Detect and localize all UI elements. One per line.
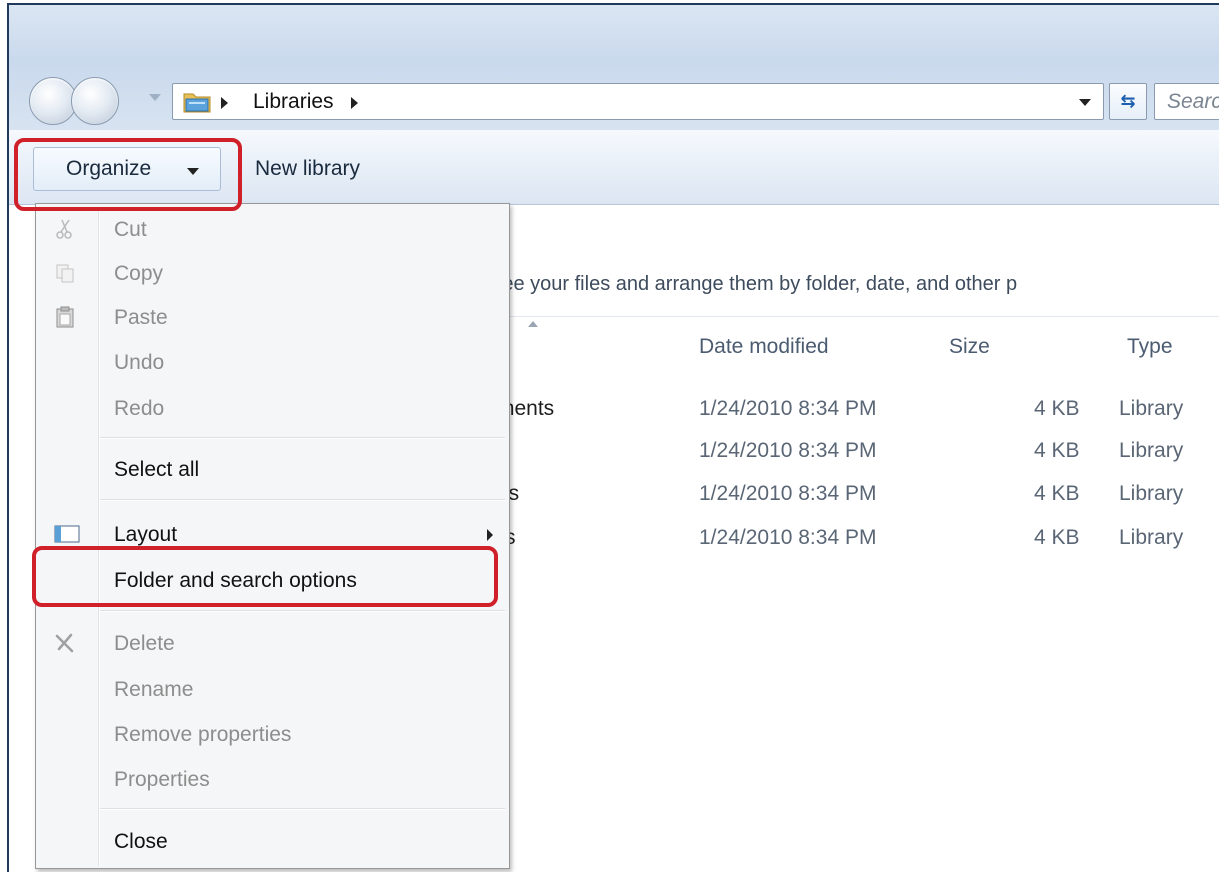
menu-separator [100, 499, 505, 501]
menu-item-undo[interactable]: Undo [38, 341, 507, 385]
menu-item-label: Folder and search options [114, 569, 357, 592]
menu-item-label: Layout [114, 523, 178, 546]
row-type: Library [1119, 526, 1184, 549]
menu-item-label: Redo [114, 397, 165, 420]
menu-item-label: Select all [114, 458, 200, 481]
explorer-window: Libraries ⇆ Searc Organize New library e… [7, 3, 1219, 872]
recent-pages-dropdown-icon[interactable] [149, 94, 161, 101]
delete-x-icon [55, 633, 74, 653]
title-bar: Libraries ⇆ Searc [9, 5, 1219, 130]
menu-item-delete[interactable]: Delete [38, 622, 507, 666]
layout-pane-icon [54, 525, 80, 543]
row-type: Library [1119, 397, 1184, 420]
menu-item-folder-and-search-options[interactable]: Folder and search options [38, 559, 507, 603]
menu-item-label: Close [114, 830, 168, 853]
breadcrumb-separator-icon[interactable] [221, 97, 228, 109]
menu-item-label: Cut [114, 218, 147, 241]
menu-item-label: Copy [114, 262, 164, 285]
column-header-date-modified[interactable]: Date modified [699, 335, 829, 359]
row-size: 4 KB [1034, 397, 1080, 420]
refresh-icon: ⇆ [1120, 91, 1136, 112]
menu-separator [100, 437, 505, 439]
new-library-button[interactable]: New library [255, 157, 360, 181]
row-date: 1/24/2010 8:34 PM [699, 482, 877, 505]
search-input[interactable]: Searc [1154, 83, 1219, 120]
row-date: 1/24/2010 8:34 PM [699, 397, 877, 420]
column-header-divider [499, 316, 1219, 317]
menu-item-label: Undo [114, 351, 165, 374]
menu-item-close[interactable]: Close [38, 820, 507, 864]
menu-item-layout[interactable]: Layout [38, 513, 507, 557]
clipboard-icon [56, 306, 74, 328]
scissors-icon [56, 219, 72, 239]
submenu-arrow-icon [487, 529, 493, 541]
forward-button[interactable] [71, 77, 119, 125]
menu-item-properties[interactable]: Properties [38, 758, 507, 802]
menu-separator [100, 808, 505, 810]
search-placeholder: Searc [1167, 90, 1219, 113]
back-button[interactable] [29, 77, 77, 125]
menu-item-rename[interactable]: Rename [38, 668, 507, 712]
row-type: Library [1119, 439, 1184, 462]
menu-item-remove-properties[interactable]: Remove properties [38, 713, 507, 757]
row-date: 1/24/2010 8:34 PM [699, 439, 877, 462]
copy-icon [56, 264, 74, 283]
organize-menu: Cut Copy Paste Undo Redo Select all Layo… [35, 203, 510, 869]
refresh-button[interactable]: ⇆ [1109, 83, 1147, 120]
row-size: 4 KB [1034, 482, 1080, 505]
column-header-type[interactable]: Type [1127, 335, 1173, 359]
row-date: 1/24/2010 8:34 PM [699, 526, 877, 549]
menu-item-cut[interactable]: Cut [38, 208, 507, 252]
menu-item-paste[interactable]: Paste [38, 296, 507, 340]
row-type: Library [1119, 482, 1184, 505]
menu-item-select-all[interactable]: Select all [38, 448, 507, 492]
organize-button[interactable]: Organize [33, 147, 221, 191]
menu-item-label: Rename [114, 678, 194, 701]
menu-item-label: Paste [114, 306, 168, 329]
command-bar: Organize New library [9, 130, 1219, 205]
menu-item-copy[interactable]: Copy [38, 252, 507, 296]
address-history-dropdown-icon[interactable] [1079, 99, 1091, 106]
row-size: 4 KB [1034, 526, 1080, 549]
menu-item-label: Delete [114, 632, 175, 655]
menu-item-redo[interactable]: Redo [38, 387, 507, 431]
menu-item-label: Remove properties [114, 723, 292, 746]
column-header-size[interactable]: Size [949, 335, 990, 359]
menu-separator [100, 610, 505, 612]
libraries-folder-icon [183, 93, 211, 113]
chevron-down-icon [187, 168, 199, 175]
menu-item-label: Properties [114, 768, 210, 791]
organize-label: Organize [66, 157, 152, 180]
address-bar[interactable]: Libraries [172, 83, 1104, 120]
sort-ascending-icon [528, 321, 538, 327]
breadcrumb-separator-icon[interactable] [351, 97, 358, 109]
row-size: 4 KB [1034, 439, 1080, 462]
breadcrumb-libraries[interactable]: Libraries [253, 90, 334, 114]
